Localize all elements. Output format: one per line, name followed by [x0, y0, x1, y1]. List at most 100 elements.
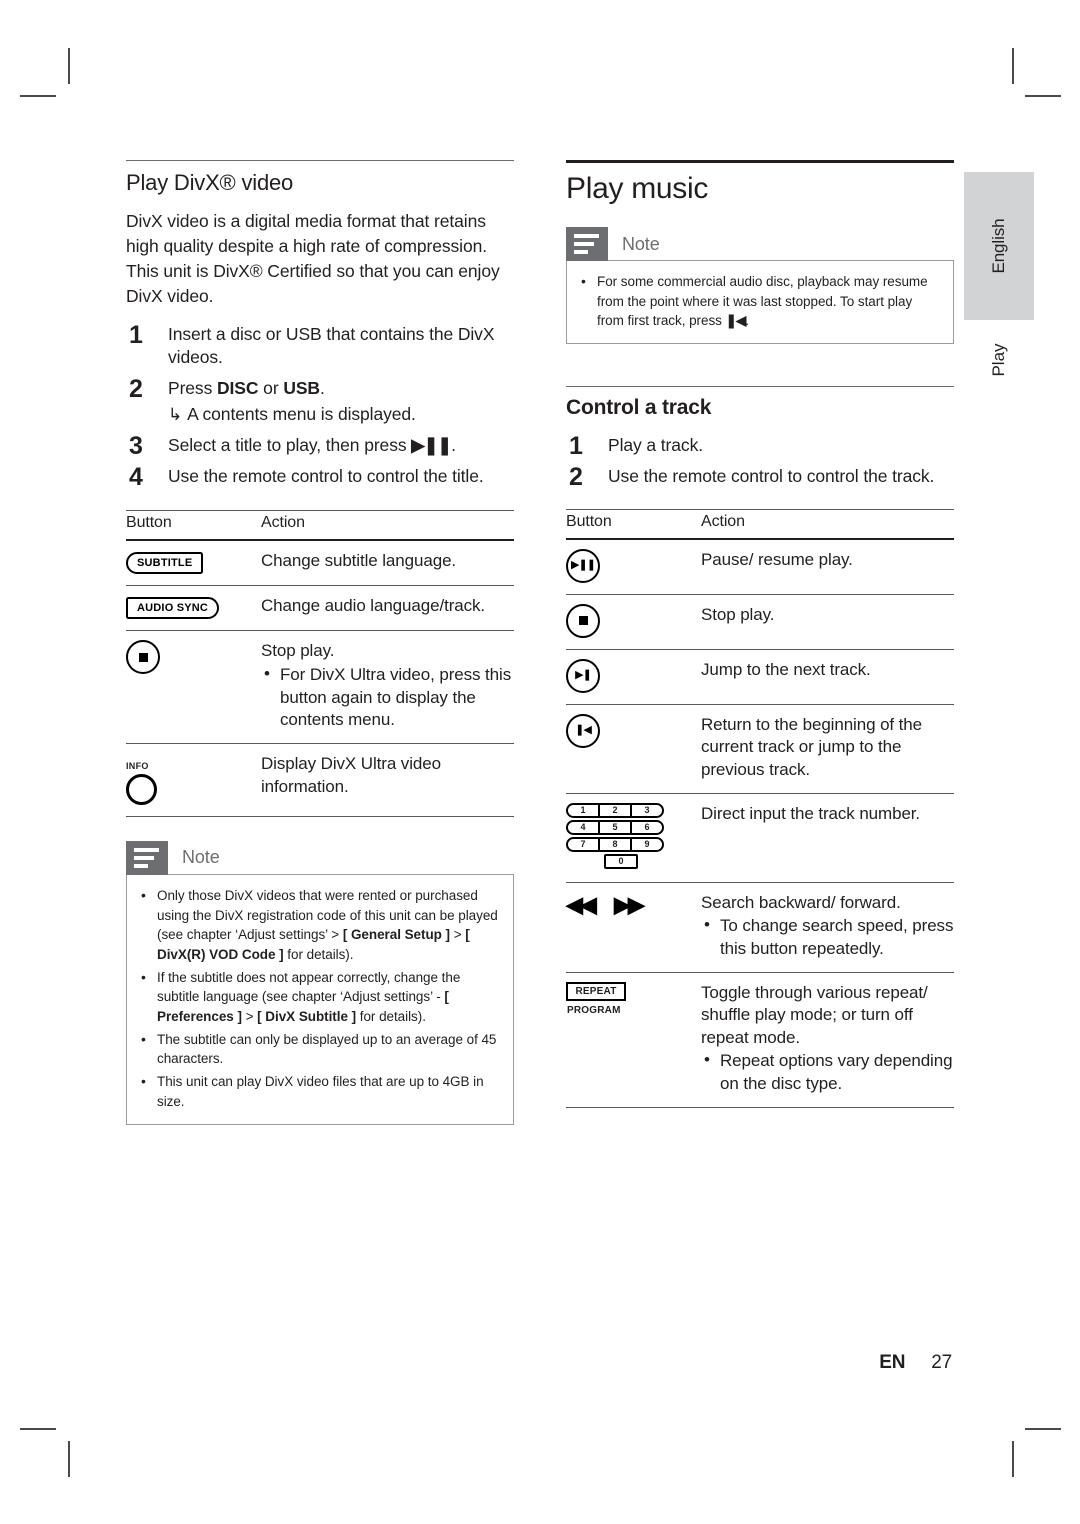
crop-mark-bottom-right-vertical: [1012, 1441, 1014, 1477]
manual-page: Play DivX® video DivX video is a digital…: [0, 0, 1080, 1524]
step-3-text-pre: Select a title to play, then press: [168, 434, 412, 455]
next-track-glyph: ▶❚: [575, 669, 592, 682]
table-row: ▶❚❚ Pause/ resume play.: [566, 539, 954, 595]
action-text: Pause/ resume play.: [701, 549, 853, 569]
divx-intro-paragraph: DivX video is a digital media format tha…: [126, 211, 500, 306]
column-header-button: Button: [566, 508, 701, 540]
substep-arrow-icon: ↳: [168, 405, 183, 425]
step-4-text: Use the remote control to control the ti…: [168, 465, 484, 486]
table-footer-rule: [566, 1106, 954, 1108]
footer-language-code: EN: [879, 1352, 906, 1373]
action-text: Jump to the next track.: [701, 659, 871, 679]
play-pause-glyph-icon: ▶❚❚: [411, 434, 452, 455]
crop-mark-top-left-horizontal: [20, 95, 56, 97]
crop-mark-top-right-vertical: [1012, 48, 1014, 84]
stop-icon: [566, 603, 600, 638]
crop-mark-bottom-left-horizontal: [20, 1428, 56, 1430]
stop-icon: [126, 640, 160, 675]
glyph-gap: [594, 892, 614, 917]
numpad-key: 1: [566, 802, 600, 818]
action-cell: Direct input the track number.: [701, 792, 954, 883]
table-bottom-border: [126, 816, 514, 817]
note-body: For some commercial audio disc, playback…: [566, 260, 954, 345]
note-icon: [566, 227, 608, 261]
action-cell: Return to the beginning of the current t…: [701, 703, 954, 794]
audio-sync-button-icon: AUDIO SYNC: [126, 597, 220, 620]
note-seg: For some commercial audio disc, playback…: [597, 274, 928, 329]
divx-note-box: Note Only those DivX videos that were re…: [126, 840, 514, 1125]
section-title: Control a track: [566, 396, 712, 420]
note-header: Note: [126, 840, 514, 875]
button-cell: [126, 630, 261, 744]
divx-steps-list: Insert a disc or USB that contains the D…: [126, 318, 514, 494]
note-list: For some commercial audio disc, playback…: [577, 271, 939, 331]
play-music-note-box: Note For some commercial audio disc, pla…: [566, 227, 954, 345]
table-row: ◀◀ ▶▶ Search backward/ forward. To chang…: [566, 881, 954, 972]
table-row: ❚◀ Return to the beginning of the curren…: [566, 703, 954, 794]
button-cell: ◀◀ ▶▶: [566, 881, 701, 972]
previous-track-glyph: ❚◀: [575, 724, 592, 737]
step-2-substep: ↳ A contents menu is displayed.: [168, 403, 514, 427]
action-cell: Stop play.: [701, 593, 954, 650]
button-cell: REPEAT PROGRAM: [566, 971, 701, 1108]
button-cell: AUDIO SYNC: [126, 585, 261, 631]
button-cell: 1 2 3 4 5 6 7 8 9 0: [566, 792, 701, 883]
search-backward-glyph: ◀◀: [566, 891, 597, 917]
step-3-text-post: .: [451, 434, 456, 455]
note-item: If the subtitle does not appear correctl…: [137, 967, 499, 1027]
music-button-table: Button Action ▶❚❚ Pause/ resume play. St…: [566, 508, 954, 1108]
action-text: Display DivX Ultra video information.: [261, 753, 441, 796]
action-sub-list: To change search speed, press this butto…: [701, 914, 954, 960]
button-cell: [566, 593, 701, 650]
search-backward-forward-icon: ◀◀ ▶▶: [566, 892, 701, 916]
subtitle-button-icon: SUBTITLE: [126, 552, 204, 575]
step-item-3: Select a title to play, then press ▶❚❚.: [126, 429, 514, 463]
numpad-row: 0: [566, 853, 674, 869]
numpad-key: 2: [598, 802, 632, 818]
numpad-key: 3: [630, 802, 664, 818]
action-cell: Change audio language/track.: [261, 585, 514, 631]
note-title: Note: [182, 847, 220, 868]
note-icon: [126, 840, 168, 875]
previous-track-glyph-icon: ❚◀: [725, 313, 747, 329]
chapter-heading-rule: [566, 160, 954, 163]
action-sub-item: To change search speed, press this butto…: [701, 914, 954, 960]
note-seg-bold: [ DivX Subtitle ]: [257, 1009, 357, 1025]
note-item: This unit can play DivX video files that…: [137, 1071, 499, 1111]
left-column: Play DivX® video DivX video is a digital…: [126, 160, 514, 1125]
step-2-text-post: .: [319, 378, 325, 399]
step-item-1: Play a track.: [566, 429, 954, 463]
action-text: Stop play.: [701, 604, 775, 624]
repeat-button-label: REPEAT: [566, 981, 626, 1001]
step-2-text-pre: Press: [168, 378, 217, 399]
note-item: Only those DivX videos that were rented …: [137, 885, 499, 965]
action-sub-item: Repeat options vary depending on the dis…: [701, 1049, 954, 1095]
table-footer-rule: [126, 816, 514, 817]
crop-mark-bottom-left-vertical: [68, 1441, 70, 1477]
button-cell: SUBTITLE: [126, 540, 261, 586]
info-button-icon: INFO: [126, 761, 168, 805]
action-sub-item: For DivX Ultra video, press this button …: [261, 663, 514, 732]
program-button-label: PROGRAM: [567, 1004, 621, 1016]
stop-square-shape: [578, 616, 588, 626]
button-cell: ❚◀: [566, 703, 701, 794]
info-button-ring-shape: [126, 773, 157, 805]
action-text: Stop play.: [261, 641, 335, 661]
section-tab: Play: [964, 330, 1034, 390]
note-body: Only those DivX videos that were rented …: [126, 873, 514, 1125]
step-2-substep-text: A contents menu is displayed.: [187, 404, 416, 425]
table-bottom-border: [566, 1106, 954, 1108]
note-seg: >: [241, 1009, 258, 1025]
table-header-row: Button Action: [566, 508, 954, 540]
note-header: Note: [566, 227, 954, 261]
action-text: Change audio language/track.: [261, 596, 486, 616]
numpad-row: 7 8 9: [566, 836, 674, 852]
table-row: Stop play.: [566, 593, 954, 650]
numpad-key: 4: [566, 819, 600, 835]
action-sub-list: For DivX Ultra video, press this button …: [261, 663, 514, 732]
table-row: 1 2 3 4 5 6 7 8 9 0 Direct input the tra…: [566, 792, 954, 883]
action-sub-list: Repeat options vary depending on the dis…: [701, 1049, 954, 1095]
right-column: Play music Note For some commercial audi…: [566, 160, 954, 1108]
previous-track-icon: ❚◀: [566, 713, 600, 748]
table-row: ▶❚ Jump to the next track.: [566, 648, 954, 705]
